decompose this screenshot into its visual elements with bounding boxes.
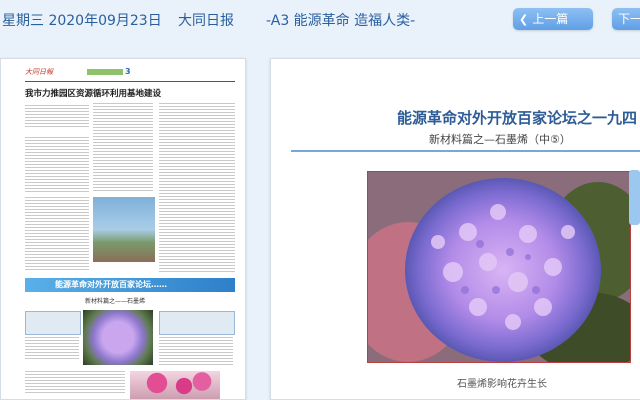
thumbnail-hydrangea-photo[interactable] [83, 310, 153, 365]
text-column [25, 197, 89, 272]
title-divider [291, 150, 640, 152]
text-column [25, 105, 89, 129]
vertical-scrollbar[interactable] [629, 170, 640, 225]
issue-date: 星期三 2020年09月23日 [2, 13, 162, 29]
thumbnail-orchid-photo[interactable] [130, 371, 220, 399]
page-label: -A3 能源革命 造福人类- [266, 13, 416, 29]
text-column [159, 103, 235, 273]
thumbnail-banner[interactable]: 能源革命对外开放百家论坛…… [25, 278, 235, 292]
thumbnail-page-number: 3 [125, 67, 131, 76]
page-thumbnail[interactable]: 大同日報 3 我市力推园区资源循环利用基地建设 能源革命对外开放百家论坛…… 新… [0, 58, 246, 400]
next-button-label: 下一篇 [618, 12, 640, 26]
text-column [159, 337, 233, 365]
article-title: 能源革命对外开放百家论坛之一九四 [397, 109, 638, 127]
photo-caption: 石墨烯影响花卉生长 [457, 379, 547, 390]
masthead-divider [25, 81, 235, 82]
next-article-button[interactable]: 下一篇 [612, 8, 640, 30]
text-column [25, 137, 89, 192]
hydrangea-image [368, 172, 630, 362]
text-column [25, 337, 79, 361]
text-column [25, 371, 125, 395]
thumbnail-photo[interactable] [93, 197, 155, 262]
newspaper-logo: 大同日報 [25, 68, 53, 76]
chevron-left-icon: ❮ [519, 13, 529, 26]
article-box[interactable] [25, 311, 81, 335]
article-box[interactable] [159, 311, 235, 335]
newspaper-page-image: 大同日報 3 我市力推园区资源循环利用基地建设 能源革命对外开放百家论坛…… 新… [25, 67, 235, 399]
newspaper-name: 大同日报 [178, 13, 234, 29]
text-column [93, 103, 153, 193]
article-subtitle: 新材料篇之—石墨烯（中⑤） [429, 133, 571, 146]
previous-article-button[interactable]: ❮ 上一篇 [513, 8, 593, 30]
article-photo[interactable] [367, 171, 631, 363]
thumbnail-headline[interactable]: 我市力推园区资源循环利用基地建设 [25, 87, 161, 99]
previous-button-label: 上一篇 [532, 12, 569, 26]
top-bar: 星期三 2020年09月23日 大同日报 -A3 能源革命 造福人类- ❮ 上一篇… [0, 0, 640, 40]
thumbnail-banner-subtitle: 新材料篇之——石墨烯 [85, 298, 146, 305]
section-tag [87, 69, 123, 75]
article-panel: 能源革命对外开放百家论坛之一九四 新材料篇之—石墨烯（中⑤） 石墨烯影响花卉生长 [270, 58, 640, 400]
